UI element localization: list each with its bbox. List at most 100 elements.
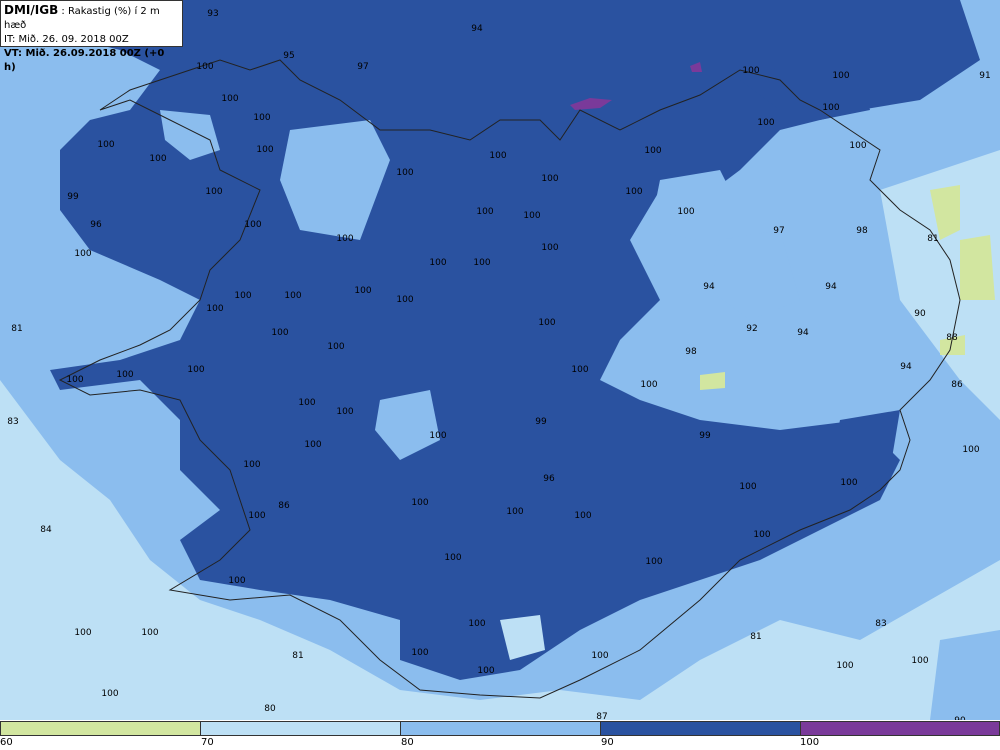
legend-band-60-70 <box>0 721 201 736</box>
value-label: 81 <box>292 651 303 661</box>
value-label: 100 <box>411 648 428 658</box>
value-label: 100 <box>911 656 928 666</box>
value-label: 81 <box>927 234 938 244</box>
value-label: 100 <box>298 398 315 408</box>
value-label: 100 <box>66 375 83 385</box>
value-label: 100 <box>205 187 222 197</box>
value-label: 100 <box>336 407 353 417</box>
value-label: 100 <box>284 291 301 301</box>
value-label: 100 <box>97 140 114 150</box>
value-label: 95 <box>283 51 294 61</box>
legend-band-90-100 <box>600 721 801 736</box>
value-label: 94 <box>471 24 483 34</box>
value-label: 100 <box>74 249 91 259</box>
value-label: 100 <box>849 141 866 151</box>
value-label: 100 <box>187 365 204 375</box>
value-label: 100 <box>271 328 288 338</box>
value-label: 100 <box>256 145 273 155</box>
value-label: 100 <box>244 220 261 230</box>
value-label: 100 <box>228 576 245 586</box>
value-label: 96 <box>90 220 102 230</box>
value-label: 88 <box>946 333 958 343</box>
legend-tick-70: 70 <box>201 737 214 748</box>
legend-tick-80: 80 <box>401 737 414 748</box>
legend-tick-90: 90 <box>601 737 614 748</box>
value-label: 100 <box>149 154 166 164</box>
valid-time: VT: Mið. 26.09.2018 00Z (+0 h) <box>4 48 165 73</box>
value-label: 100 <box>822 103 839 113</box>
value-label: 100 <box>832 71 849 81</box>
value-label: 100 <box>571 365 588 375</box>
value-label: 100 <box>477 666 494 676</box>
value-label: 96 <box>543 474 555 484</box>
patch-60-70-coast <box>700 372 725 390</box>
value-label: 100 <box>541 174 558 184</box>
value-label: 100 <box>538 318 555 328</box>
value-label: 100 <box>840 478 857 488</box>
value-label: 100 <box>506 507 523 517</box>
value-label: 100 <box>327 342 344 352</box>
value-label: 100 <box>625 187 642 197</box>
patch-60-70-east2 <box>960 235 995 300</box>
value-label: 100 <box>116 370 133 380</box>
value-label: 100 <box>429 258 446 268</box>
value-label: 100 <box>354 286 371 296</box>
value-label: 91 <box>979 71 990 81</box>
value-label: 100 <box>541 243 558 253</box>
value-label: 100 <box>396 295 413 305</box>
value-label: 100 <box>640 380 657 390</box>
value-label: 90 <box>914 309 926 319</box>
value-label: 100 <box>248 511 265 521</box>
value-label: 100 <box>234 291 251 301</box>
value-label: 100 <box>753 530 770 540</box>
value-label: 100 <box>476 207 493 217</box>
value-label: 94 <box>797 328 809 338</box>
value-label: 83 <box>875 619 886 629</box>
value-label: 100 <box>489 151 506 161</box>
value-label: 100 <box>196 62 213 72</box>
value-label: 100 <box>757 118 774 128</box>
legend-band-80-90 <box>400 721 601 736</box>
legend-band-70-80 <box>200 721 401 736</box>
value-label: 100 <box>206 304 223 314</box>
value-label: 98 <box>856 226 868 236</box>
legend-tick-100: 100 <box>800 737 820 748</box>
value-label: 100 <box>253 113 270 123</box>
value-label: 99 <box>535 417 547 427</box>
value-label: 86 <box>278 501 290 511</box>
value-label: 100 <box>243 460 260 470</box>
value-label: 83 <box>7 417 18 427</box>
value-label: 100 <box>74 628 91 638</box>
value-label: 93 <box>207 9 218 19</box>
value-label: 100 <box>645 557 662 567</box>
value-label: 100 <box>644 146 661 156</box>
map-header: DMI/IGB : Rakastig (%) í 2 m hæð IT: Mið… <box>0 0 183 73</box>
value-label: 100 <box>411 498 428 508</box>
value-label: 81 <box>11 324 22 334</box>
value-label: 100 <box>677 207 694 217</box>
legend-tick-60: 60 <box>0 737 13 748</box>
value-label: 100 <box>591 651 608 661</box>
band-80-90-east <box>930 630 1000 720</box>
humidity-map: 93 94 95 97 100 91 100 100 100 100 100 100 100 100 100… <box>0 0 1000 720</box>
value-label: 94 <box>825 282 837 292</box>
value-label: 92 <box>746 324 757 334</box>
value-label: 100 <box>962 445 979 455</box>
value-label: 100 <box>221 94 238 104</box>
value-label: 86 <box>951 380 963 390</box>
value-label: 100 <box>836 661 853 671</box>
value-label: 100 <box>574 511 591 521</box>
value-label: 100 <box>739 482 756 492</box>
value-label: 94 <box>703 282 715 292</box>
value-label: 99 <box>67 192 79 202</box>
value-label: 100 <box>429 431 446 441</box>
value-label: 100 <box>336 234 353 244</box>
value-label: 100 <box>304 440 321 450</box>
color-legend: 60 70 80 90 100 <box>0 720 1000 750</box>
legend-band-100 <box>800 721 1000 736</box>
value-label: 100 <box>523 211 540 221</box>
value-label: 87 <box>596 712 607 720</box>
value-label: 94 <box>900 362 912 372</box>
initial-time: IT: Mið. 26. 09. 2018 00Z <box>4 34 129 45</box>
value-label: 97 <box>357 62 368 72</box>
